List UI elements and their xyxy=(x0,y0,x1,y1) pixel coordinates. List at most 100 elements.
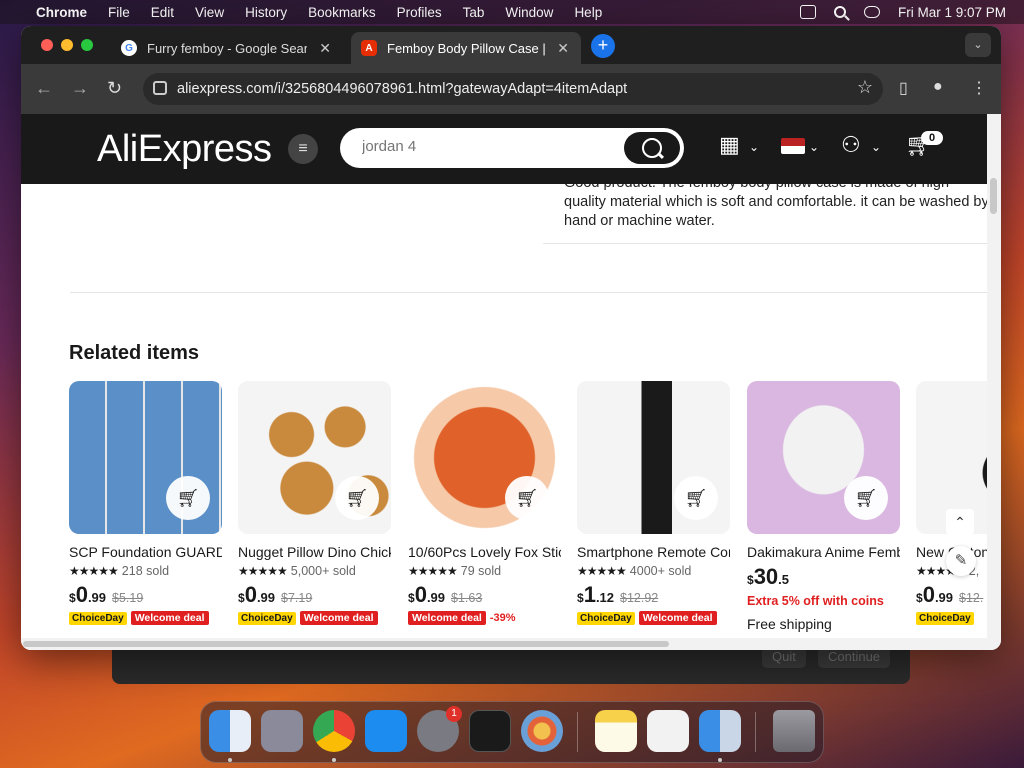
menu-edit[interactable]: Edit xyxy=(151,5,174,20)
horizontal-scrollbar[interactable] xyxy=(21,638,987,650)
new-tab-button[interactable]: + xyxy=(591,34,615,58)
minimize-window-button[interactable] xyxy=(61,39,73,51)
terminal-icon[interactable] xyxy=(469,710,511,752)
zoom-window-button[interactable] xyxy=(81,39,93,51)
product-name[interactable]: Dakimakura Anime Femboy xyxy=(747,544,900,560)
macos-dock: 1 xyxy=(200,701,824,763)
product-name[interactable]: SCP Foundation GUARD xyxy=(69,544,222,560)
menu-help[interactable]: Help xyxy=(574,5,602,20)
add-to-cart-icon[interactable]: 🛒︎ xyxy=(844,476,888,520)
product-card[interactable]: 🛒︎ Dakimakura Anime Femboy $30.5 Extra 5… xyxy=(747,381,900,632)
product-card[interactable]: 🛒︎ Smartphone Remote Control ★★★★★4000+ … xyxy=(577,381,730,625)
url-text[interactable]: aliexpress.com/i/3256804496078961.html?g… xyxy=(177,81,627,97)
menu-tab[interactable]: Tab xyxy=(463,5,485,20)
choice-badge: ChoiceDay xyxy=(577,612,635,625)
star-rating: ★★★★★ xyxy=(69,564,119,578)
product-name[interactable]: Nugget Pillow Dino Chicken xyxy=(238,544,391,560)
add-to-cart-icon[interactable]: 🛒︎ xyxy=(674,476,718,520)
app-store-icon[interactable] xyxy=(365,710,407,752)
welcome-deal-badge: Welcome deal xyxy=(638,611,717,625)
add-to-cart-icon[interactable]: 🛒︎ xyxy=(166,476,210,520)
chevron-down-icon: ⌄ xyxy=(809,140,820,154)
aliexpress-logo[interactable]: AliExpress xyxy=(97,128,272,171)
price-decimal: .99 xyxy=(87,590,107,605)
tab-search-chevron-icon[interactable]: ⌄ xyxy=(965,33,991,57)
product-image[interactable]: 🛒︎ xyxy=(747,381,900,534)
paint-palette-icon[interactable] xyxy=(521,710,563,752)
menu-window[interactable]: Window xyxy=(505,5,553,20)
trash-icon[interactable] xyxy=(773,710,815,752)
reload-icon[interactable]: ↻ xyxy=(107,78,122,99)
divider xyxy=(70,292,987,293)
close-tab-icon[interactable]: ✕ xyxy=(557,40,569,57)
notes-icon[interactable] xyxy=(595,710,637,752)
finder-window-icon[interactable] xyxy=(699,710,741,752)
aliexpress-header: AliExpress ≡ ▦ ⌄ ⌄ ⚇ ⌄ 🛒︎ 0 xyxy=(21,114,987,184)
spotlight-search-icon[interactable] xyxy=(833,6,846,18)
control-center-icon[interactable] xyxy=(863,6,880,18)
side-panel-icon[interactable]: ▯ xyxy=(899,78,908,98)
search-input[interactable] xyxy=(362,138,612,155)
chrome-menu-icon[interactable]: ⋮ xyxy=(971,78,987,98)
chrome-window: G Furry femboy - Google Search ✕ A Fembo… xyxy=(21,26,1001,650)
back-to-top-chevron-icon[interactable]: ⌃ xyxy=(946,509,974,535)
vertical-scrollbar[interactable] xyxy=(987,114,1001,650)
textedit-icon[interactable] xyxy=(647,710,689,752)
product-name[interactable]: 10/60Pcs Lovely Fox Stickers xyxy=(408,544,561,560)
close-window-button[interactable] xyxy=(41,39,53,51)
us-flag-icon[interactable] xyxy=(781,138,805,154)
browser-toolbar: ← → ↻ aliexpress.com/i/3256804496078961.… xyxy=(21,64,1001,114)
hamburger-menu-icon[interactable]: ≡ xyxy=(288,134,318,164)
currency-symbol: $ xyxy=(69,591,76,605)
edit-pencil-icon[interactable]: ✎ xyxy=(946,546,976,576)
divider xyxy=(543,243,987,244)
sold-count: 5,000+ sold xyxy=(290,564,356,578)
launchpad-icon[interactable] xyxy=(261,710,303,752)
original-price: $12.92 xyxy=(620,591,659,605)
original-price: $12. xyxy=(959,591,984,605)
running-indicator xyxy=(718,758,722,762)
price-integer: 1 xyxy=(583,582,596,607)
price-integer: 0 xyxy=(414,582,427,607)
forward-arrow-icon[interactable]: → xyxy=(71,78,89,99)
menu-view[interactable]: View xyxy=(195,5,224,20)
scrollbar-thumb[interactable] xyxy=(23,641,669,647)
scrollbar-thumb[interactable] xyxy=(990,178,997,214)
product-name[interactable]: Smartphone Remote Control xyxy=(577,544,730,560)
chrome-icon[interactable] xyxy=(313,710,355,752)
price-integer: 30 xyxy=(753,564,779,589)
product-image[interactable]: 🛒︎ xyxy=(69,381,222,534)
search-button[interactable] xyxy=(624,132,680,164)
finder-icon[interactable] xyxy=(209,710,251,752)
menu-profiles[interactable]: Profiles xyxy=(397,5,442,20)
account-icon[interactable]: ⚇ xyxy=(841,132,861,158)
product-card[interactable]: 🛒︎ Nugget Pillow Dino Chicken ★★★★★5,000… xyxy=(238,381,391,625)
tab-aliexpress[interactable]: A Femboy Body Pillow Case | Fe ✕ xyxy=(351,32,581,64)
product-card[interactable]: New Cotton Hat ★★★★★2, $0.99$12. ChoiceD… xyxy=(916,381,987,625)
bookmark-star-icon[interactable]: ☆ xyxy=(857,77,873,98)
product-image[interactable]: 🛒︎ xyxy=(577,381,730,534)
address-bar[interactable]: aliexpress.com/i/3256804496078961.html?g… xyxy=(143,73,883,105)
close-tab-icon[interactable]: ✕ xyxy=(319,40,331,57)
chevron-down-icon: ⌄ xyxy=(871,140,882,154)
qr-code-icon[interactable]: ▦ xyxy=(719,132,740,158)
back-arrow-icon[interactable]: ← xyxy=(35,78,53,99)
profile-icon[interactable]: ● xyxy=(933,78,943,96)
product-image[interactable]: 🛒︎ xyxy=(408,381,561,534)
menu-history[interactable]: History xyxy=(245,5,287,20)
product-image[interactable]: 🛒︎ xyxy=(238,381,391,534)
aliexpress-icon: A xyxy=(361,40,377,56)
add-to-cart-icon[interactable]: 🛒︎ xyxy=(505,476,549,520)
product-card[interactable]: 🛒︎ 10/60Pcs Lovely Fox Stickers ★★★★★79 … xyxy=(408,381,561,625)
screen-mirroring-icon[interactable] xyxy=(799,5,816,19)
menu-file[interactable]: File xyxy=(108,5,130,20)
running-indicator xyxy=(228,758,232,762)
add-to-cart-icon[interactable]: 🛒︎ xyxy=(335,476,379,520)
menu-bookmarks[interactable]: Bookmarks xyxy=(308,5,376,20)
menu-clock[interactable]: Fri Mar 1 9:07 PM xyxy=(898,5,1006,20)
coins-discount-text: Extra 5% off with coins xyxy=(747,594,884,608)
product-card[interactable]: 🛒︎ SCP Foundation GUARD ★★★★★ 218 sold $0… xyxy=(69,381,222,625)
tab-google-search[interactable]: G Furry femboy - Google Search ✕ xyxy=(111,32,343,64)
site-info-icon[interactable] xyxy=(153,81,167,95)
menu-app-name[interactable]: Chrome xyxy=(36,5,87,20)
